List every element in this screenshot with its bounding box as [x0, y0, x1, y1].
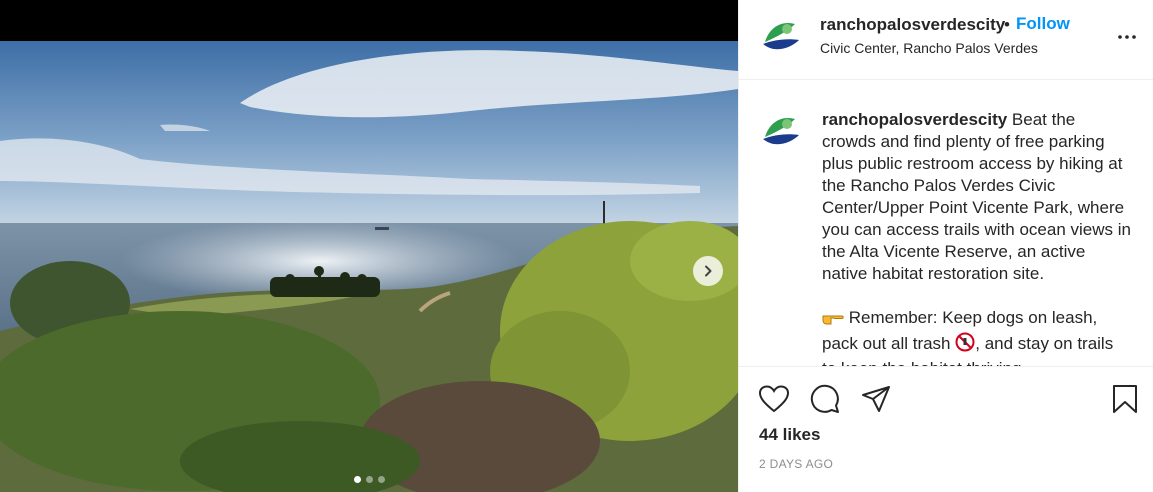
post-timestamp[interactable]: 2 DAYS AGO	[759, 457, 833, 471]
chevron-right-icon	[705, 265, 712, 277]
caption-text: Beat the crowds and find plenty of free …	[822, 110, 1131, 283]
carousel-dot-active	[353, 476, 361, 483]
pointing-hand-icon	[822, 310, 844, 332]
carousel-indicator	[0, 476, 738, 483]
caption-area: ranchopalosverdescity Beat the crowds an…	[739, 81, 1153, 366]
follow-button[interactable]: Follow	[1016, 14, 1070, 34]
share-icon	[862, 386, 890, 412]
comment-button[interactable]	[808, 382, 842, 416]
caption-username[interactable]: ranchopalosverdescity	[822, 110, 1007, 129]
post-location[interactable]: Civic Center, Rancho Palos Verdes	[820, 40, 1038, 56]
like-button[interactable]	[757, 382, 791, 416]
carousel-dot	[365, 476, 373, 483]
bookmark-icon	[1113, 385, 1137, 413]
post-username[interactable]: ranchopalosverdescity	[820, 15, 1005, 35]
post-caption: ranchopalosverdescity Beat the crowds an…	[822, 109, 1132, 366]
carousel-dot	[377, 476, 385, 483]
carousel-next-button[interactable]	[693, 256, 723, 286]
comment-icon	[810, 384, 839, 413]
avatar[interactable]	[759, 109, 801, 151]
avatar[interactable]	[759, 14, 801, 56]
no-littering-icon	[955, 332, 975, 358]
save-button[interactable]	[1108, 382, 1142, 416]
post-media	[0, 0, 738, 492]
more-options-button[interactable]	[1116, 26, 1138, 48]
share-button[interactable]	[859, 382, 893, 416]
likes-count[interactable]: 44 likes	[759, 425, 820, 445]
post-side-panel: ranchopalosverdescity • Follow Civic Cen…	[738, 0, 1153, 492]
post-photo	[0, 41, 738, 492]
more-options-icon	[1118, 35, 1136, 39]
post-header: ranchopalosverdescity • Follow Civic Cen…	[739, 0, 1153, 80]
heart-icon	[759, 385, 789, 413]
separator-dot: •	[1004, 15, 1010, 34]
post-actions: 44 likes 2 DAYS AGO	[739, 366, 1153, 492]
